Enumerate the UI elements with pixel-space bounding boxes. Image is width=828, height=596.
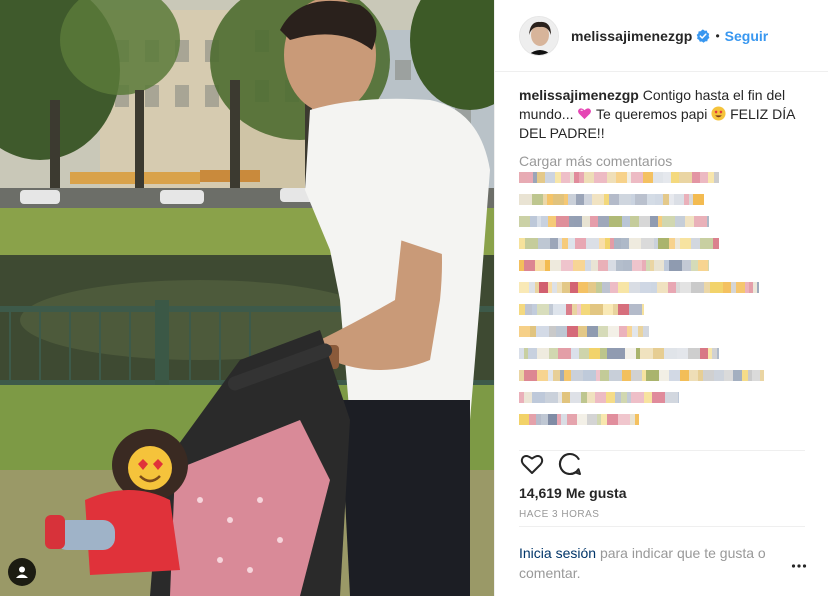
avatar-image [520, 16, 558, 55]
caption-text-2: Te queremos papi [596, 106, 708, 122]
follow-button[interactable]: Seguir [725, 28, 769, 44]
post-timestamp: HACE 3 HORAS [519, 509, 600, 520]
post-photo[interactable] [0, 0, 494, 596]
post-header: melissajimenezgp • Seguir [495, 0, 828, 72]
pixelated-comment-row [519, 260, 815, 271]
likes-number: 14,619 [519, 485, 562, 501]
more-options-icon[interactable] [791, 562, 807, 570]
pixelated-comment-row [519, 172, 815, 183]
heart-icon[interactable] [519, 451, 545, 477]
login-prompt: Inicia sesión para indicar que te gusta … [519, 526, 805, 583]
author-username[interactable]: melissajimenezgp [571, 28, 692, 44]
pixelated-comment-row [519, 304, 815, 315]
likes-count[interactable]: 14,619 Me gusta [519, 485, 627, 501]
photo-scene [0, 0, 494, 596]
caption-author[interactable]: melissajimenezgp [519, 87, 639, 103]
user-tag-icon [16, 566, 28, 578]
header-separator: • [715, 28, 720, 43]
avatar[interactable] [519, 15, 559, 56]
pixelated-comment-row [519, 348, 815, 359]
login-link[interactable]: Inicia sesión [519, 545, 596, 561]
heart-eyes-emoji-icon [711, 106, 726, 121]
pixelated-comment-row [519, 216, 815, 227]
load-more-comments-link[interactable]: Cargar más comentarios [519, 153, 815, 169]
pixelated-comment-row [519, 326, 815, 337]
pixelated-comment-row [519, 282, 815, 293]
post-actions: 14,619 Me gusta HACE 3 HORAS [519, 450, 805, 520]
comments-section: melissajimenezgp Contigo hasta el fin de… [519, 86, 815, 169]
pixelated-comments [519, 172, 815, 436]
pixelated-comment-row [519, 370, 815, 381]
likes-label: Me gusta [565, 485, 627, 501]
comment-bubble-icon[interactable] [557, 451, 583, 477]
pixelated-comment-row [519, 392, 815, 403]
user-tag-button[interactable] [8, 558, 36, 586]
pink-heart-emoji-icon [578, 108, 592, 120]
pixelated-comment-row [519, 238, 815, 249]
post-sidebar: melissajimenezgp • Seguir melissajimenez… [494, 0, 828, 596]
pixelated-comment-row [519, 194, 815, 205]
pixelated-comment-row [519, 414, 815, 425]
verified-badge-icon [697, 29, 710, 43]
post-caption: melissajimenezgp Contigo hasta el fin de… [519, 86, 815, 143]
